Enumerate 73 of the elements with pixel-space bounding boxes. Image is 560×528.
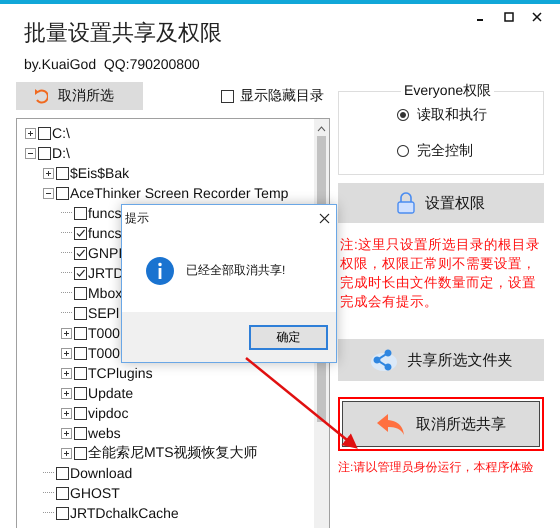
dialog-title: 提示 [125, 210, 149, 226]
cancel-share-button[interactable]: 取消所选共享 [342, 401, 540, 447]
checkbox[interactable] [74, 326, 87, 340]
folder-label[interactable]: $Eis$Bak [70, 165, 130, 181]
checkbox[interactable] [74, 206, 87, 220]
expand-icon[interactable] [61, 428, 72, 438]
clear-selection-button[interactable]: 取消所选 [16, 82, 143, 110]
folder-label[interactable]: C:\ [52, 125, 70, 141]
folder-label[interactable]: AceThinker Screen Recorder Temp [70, 185, 288, 201]
close-icon[interactable] [319, 212, 330, 224]
checkbox[interactable] [38, 146, 51, 160]
permissions-group: Everyone权限 读取和执行 完全控制 [338, 82, 544, 175]
expand-icon[interactable] [61, 408, 72, 418]
checkbox[interactable] [74, 346, 87, 360]
show-hidden-checkbox[interactable]: 显示隐藏目录 [221, 87, 324, 105]
footer-note: 注:请以管理员身份运行，本程序体验 [338, 459, 534, 476]
folder-label[interactable]: TCPlugins [88, 365, 153, 381]
expand-icon[interactable] [25, 128, 36, 138]
share-icon [370, 348, 398, 372]
undo-icon [34, 87, 48, 105]
folder-label[interactable]: T000 [88, 345, 120, 361]
lock-icon [397, 192, 415, 214]
folder-label[interactable]: SEPl [88, 305, 120, 321]
permission-radio[interactable]: 完全控制 [397, 142, 543, 160]
reply-icon [376, 412, 406, 436]
checkbox[interactable] [56, 186, 69, 200]
author-label: by.KuaiGod QQ:790200800 [24, 56, 201, 72]
checkbox[interactable] [56, 506, 69, 520]
set-permissions-button[interactable]: 设置权限 [338, 183, 544, 223]
window-title: 批量设置共享及权限 [24, 19, 223, 47]
share-folders-button[interactable]: 共享所选文件夹 [338, 339, 544, 381]
folder-label[interactable]: D:\ [52, 145, 70, 161]
checkbox[interactable] [74, 446, 87, 460]
folder-label[interactable]: T000 [88, 325, 120, 341]
checkbox[interactable] [56, 486, 69, 500]
folder-label[interactable]: Mbox [88, 285, 122, 301]
expand-icon[interactable] [43, 168, 54, 178]
folder-label[interactable]: Download [70, 465, 132, 481]
folder-label[interactable]: 全能索尼MTS视频恢复大师 [88, 444, 258, 462]
checkbox[interactable] [74, 386, 87, 400]
close-icon[interactable] [532, 12, 542, 22]
folder-label[interactable]: GNPI [88, 245, 122, 261]
checkbox[interactable] [74, 286, 87, 300]
folder-label[interactable]: Update [88, 385, 134, 401]
folder-label[interactable]: funcs [88, 225, 122, 241]
checkbox[interactable] [74, 246, 87, 260]
checkbox[interactable] [74, 426, 87, 440]
permission-radio[interactable]: 读取和执行 [397, 106, 543, 124]
checkbox[interactable] [74, 306, 87, 320]
expand-icon[interactable] [61, 448, 72, 458]
folder-label[interactable]: funcs [88, 205, 122, 221]
expand-icon[interactable] [61, 388, 72, 398]
checkbox[interactable] [74, 406, 87, 420]
checkbox[interactable] [38, 126, 51, 140]
folder-label[interactable]: GHOST [70, 485, 120, 501]
expand-icon[interactable] [61, 328, 72, 338]
info-icon [146, 256, 174, 284]
note-text: 注:这里只设置所选目录的根目录权限，权限正常则不需要设置，完成时长由文件数量而定，设置完成会有提示。 [340, 236, 541, 311]
checkbox[interactable] [56, 466, 69, 480]
folder-label[interactable]: vipdoc [88, 405, 128, 421]
ok-button[interactable]: 确定 [249, 324, 328, 350]
expand-icon[interactable] [61, 368, 72, 378]
collapse-icon[interactable] [43, 188, 54, 198]
checkbox[interactable] [74, 366, 87, 380]
checkbox[interactable] [74, 226, 87, 240]
maximize-icon[interactable] [504, 12, 514, 22]
folder-label[interactable]: webs [88, 425, 121, 441]
collapse-icon[interactable] [25, 148, 36, 158]
expand-icon[interactable] [61, 348, 72, 358]
checkbox[interactable] [56, 166, 69, 180]
folder-label[interactable]: JRTDchalkCache [70, 505, 179, 521]
checkbox[interactable] [74, 266, 87, 280]
dialog-message: 已经全部取消共享! [186, 262, 286, 279]
